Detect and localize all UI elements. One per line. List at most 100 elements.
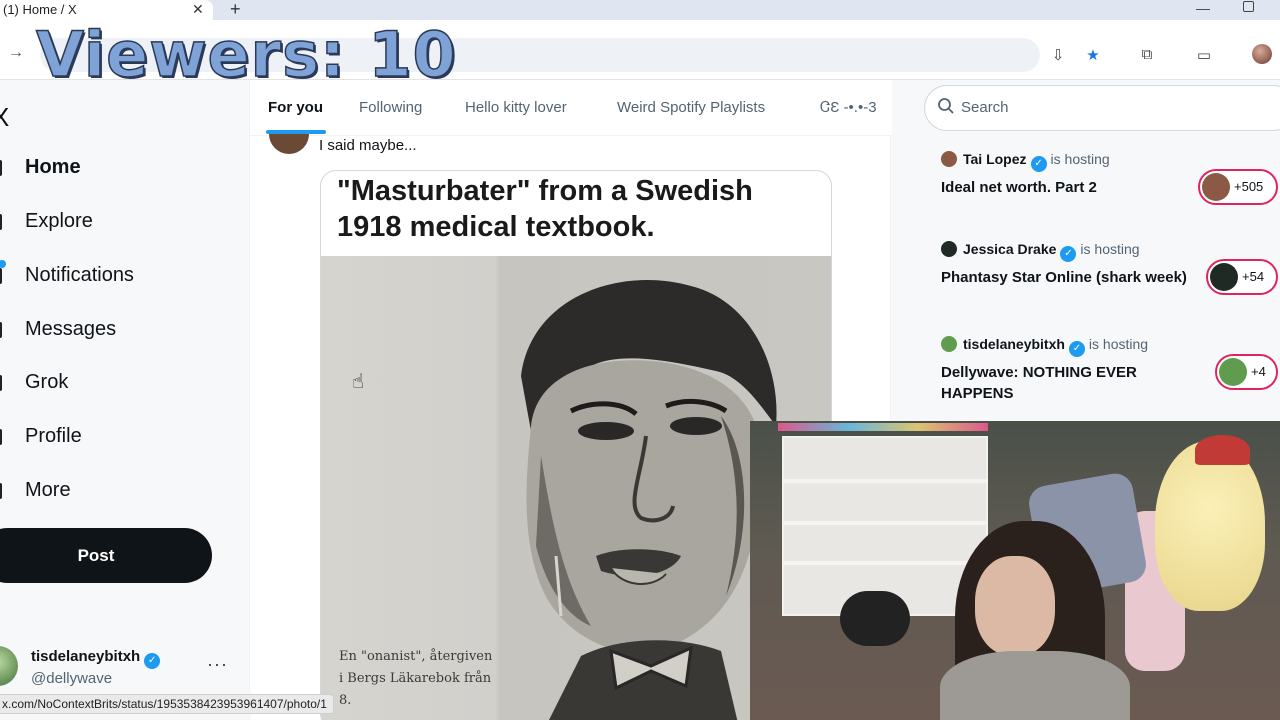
tab-for-you[interactable]: For you xyxy=(268,99,323,116)
microphone xyxy=(840,591,910,646)
close-icon[interactable]: ✕ xyxy=(192,1,204,18)
listener-count: +4 xyxy=(1251,364,1266,379)
engraving-caption-line: 8. xyxy=(339,693,352,708)
more-options-icon[interactable]: ··· xyxy=(207,654,228,675)
explore-icon xyxy=(0,214,2,230)
shelf-divider xyxy=(782,479,988,483)
minimize-icon[interactable]: — xyxy=(1196,0,1210,16)
search-input[interactable]: Search xyxy=(924,85,1280,131)
home-icon xyxy=(0,160,2,176)
sidebar-item-more[interactable]: More xyxy=(0,471,240,511)
left-sidebar: X Home Explore Notifications Messages Grok Pr… xyxy=(0,80,248,720)
engraving-caption-line: En "onanist", återgiven xyxy=(339,649,493,664)
streamer-body xyxy=(940,651,1130,720)
space-title: Dellywave: NOTHING EVER HAPPENS xyxy=(941,364,1137,402)
avatar xyxy=(1219,358,1247,386)
viewer-count-overlay: Viewers: 10 xyxy=(35,17,457,92)
tab-following[interactable]: Following xyxy=(359,99,422,116)
account-name-text: tisdelaneybitxh xyxy=(31,648,141,665)
avatar[interactable] xyxy=(269,134,309,154)
more-icon xyxy=(0,483,2,499)
post-button[interactable]: Post xyxy=(0,528,212,583)
sidebar-item-label: More xyxy=(25,479,71,501)
listener-count: +54 xyxy=(1242,269,1265,284)
webcam-overlay xyxy=(750,421,1280,720)
avatar xyxy=(1210,263,1238,291)
new-tab-icon[interactable]: + xyxy=(230,0,241,20)
space-host-name[interactable]: Jessica Drake xyxy=(963,241,1056,257)
tweet-text: I said maybe... xyxy=(319,137,417,154)
listener-count-pill[interactable]: +4 xyxy=(1215,354,1278,390)
space-title: Ideal net worth. Part 2 xyxy=(941,179,1097,196)
sidebar-item-label: Home xyxy=(25,156,81,178)
sidebar-item-home[interactable]: Home xyxy=(0,148,240,188)
verified-badge-icon: ✓ xyxy=(1030,156,1047,172)
bookmark-star-icon[interactable]: ★ xyxy=(1084,46,1102,64)
shelf-divider xyxy=(782,521,988,525)
sidebar-item-label: Explore xyxy=(25,210,93,232)
sidebar-item-profile[interactable]: Profile xyxy=(0,417,240,457)
hosting-label: is hosting xyxy=(1080,241,1140,257)
search-placeholder: Search xyxy=(961,99,1009,116)
verified-badge-icon: ✓ xyxy=(144,653,161,669)
tab-hello-kitty-lover[interactable]: Hello kitty lover xyxy=(465,99,567,116)
sidebar-item-grok[interactable]: Grok xyxy=(0,363,240,403)
browser-tab[interactable]: (1) Home / X ✕ xyxy=(0,0,213,20)
hand-pointer-icon: ☝ xyxy=(352,371,365,393)
x-logo-icon[interactable]: X xyxy=(0,102,9,133)
tab-search-icon[interactable]: ▭ xyxy=(1195,46,1213,64)
avatar[interactable] xyxy=(0,646,18,686)
media-caption: "Masturbater" from a Swedish 1918 medica… xyxy=(337,175,753,243)
browser-profile-avatar[interactable] xyxy=(1252,44,1272,64)
hosting-label: is hosting xyxy=(1050,151,1110,167)
fairy-lights xyxy=(778,423,988,431)
browser-tab-title: (1) Home / X xyxy=(3,2,77,17)
avatar[interactable] xyxy=(941,241,957,257)
plushie-hat xyxy=(1195,435,1250,465)
space-host-row: Jessica Drake ✓ is hosting xyxy=(941,241,1140,262)
space-title: Phantasy Star Online (shark week) xyxy=(941,269,1187,286)
avatar xyxy=(1202,173,1230,201)
sidebar-item-explore[interactable]: Explore xyxy=(0,202,240,242)
yellow-plushie xyxy=(1155,441,1265,611)
screen: (1) Home / X ✕ + — → ⇩ ★ ⧉ ▭ X Home Explo… xyxy=(0,0,1280,720)
profile-icon xyxy=(0,429,2,445)
sidebar-item-label: Notifications xyxy=(25,264,134,286)
search-icon xyxy=(938,98,954,114)
avatar[interactable] xyxy=(941,151,957,167)
space-host-row: tisdelaneybitxh ✓ is hosting xyxy=(941,336,1148,357)
sidebar-item-notifications[interactable]: Notifications xyxy=(0,256,240,296)
engraving-caption-line: i Bergs Läkarebok från xyxy=(339,671,492,686)
shelf-divider xyxy=(782,561,988,565)
account-name[interactable]: tisdelaneybitxh ✓ xyxy=(31,648,161,669)
sidebar-item-label: Profile xyxy=(25,425,82,447)
account-handle: @dellywave xyxy=(31,670,113,687)
hosting-label: is hosting xyxy=(1088,336,1149,352)
streamer-face xyxy=(975,556,1055,656)
space-host-name[interactable]: tisdelaneybitxh xyxy=(963,336,1065,352)
listener-count: +505 xyxy=(1234,179,1264,194)
maximize-icon[interactable] xyxy=(1243,1,1254,12)
sidebar-item-label: Messages xyxy=(25,318,117,340)
listener-count-pill[interactable]: +54 xyxy=(1206,259,1278,295)
browser-tab-bar: (1) Home / X ✕ + — xyxy=(0,0,1280,20)
forward-arrow-icon[interactable]: → xyxy=(8,44,24,62)
tab-weird-spotify-playlists[interactable]: Weird Spotify Playlists xyxy=(617,99,765,116)
sidebar-item-label: Grok xyxy=(25,371,69,393)
messages-icon xyxy=(0,322,2,338)
link-status-bar: x.com/NoContextBrits/status/195353842395… xyxy=(0,694,334,714)
tab-more-lists[interactable]: ᏣƐ -•.•-3 xyxy=(820,99,890,116)
verified-badge-icon: ✓ xyxy=(1060,246,1077,262)
sidebar-item-messages[interactable]: Messages xyxy=(0,310,240,350)
notifications-icon xyxy=(0,268,2,284)
notification-dot-icon xyxy=(0,260,6,268)
extensions-icon[interactable]: ⧉ xyxy=(1138,46,1156,64)
space-host-row: Tai Lopez ✓ is hosting xyxy=(941,151,1110,172)
install-app-icon[interactable]: ⇩ xyxy=(1049,46,1067,64)
grok-icon xyxy=(0,375,2,391)
listener-count-pill[interactable]: +505 xyxy=(1198,169,1278,205)
engraving-caption: En "onanist", återgiven i Bergs Läkarebo… xyxy=(339,646,492,712)
avatar[interactable] xyxy=(941,336,957,352)
space-host-name[interactable]: Tai Lopez xyxy=(963,151,1027,167)
verified-badge-icon: ✓ xyxy=(1068,341,1085,357)
